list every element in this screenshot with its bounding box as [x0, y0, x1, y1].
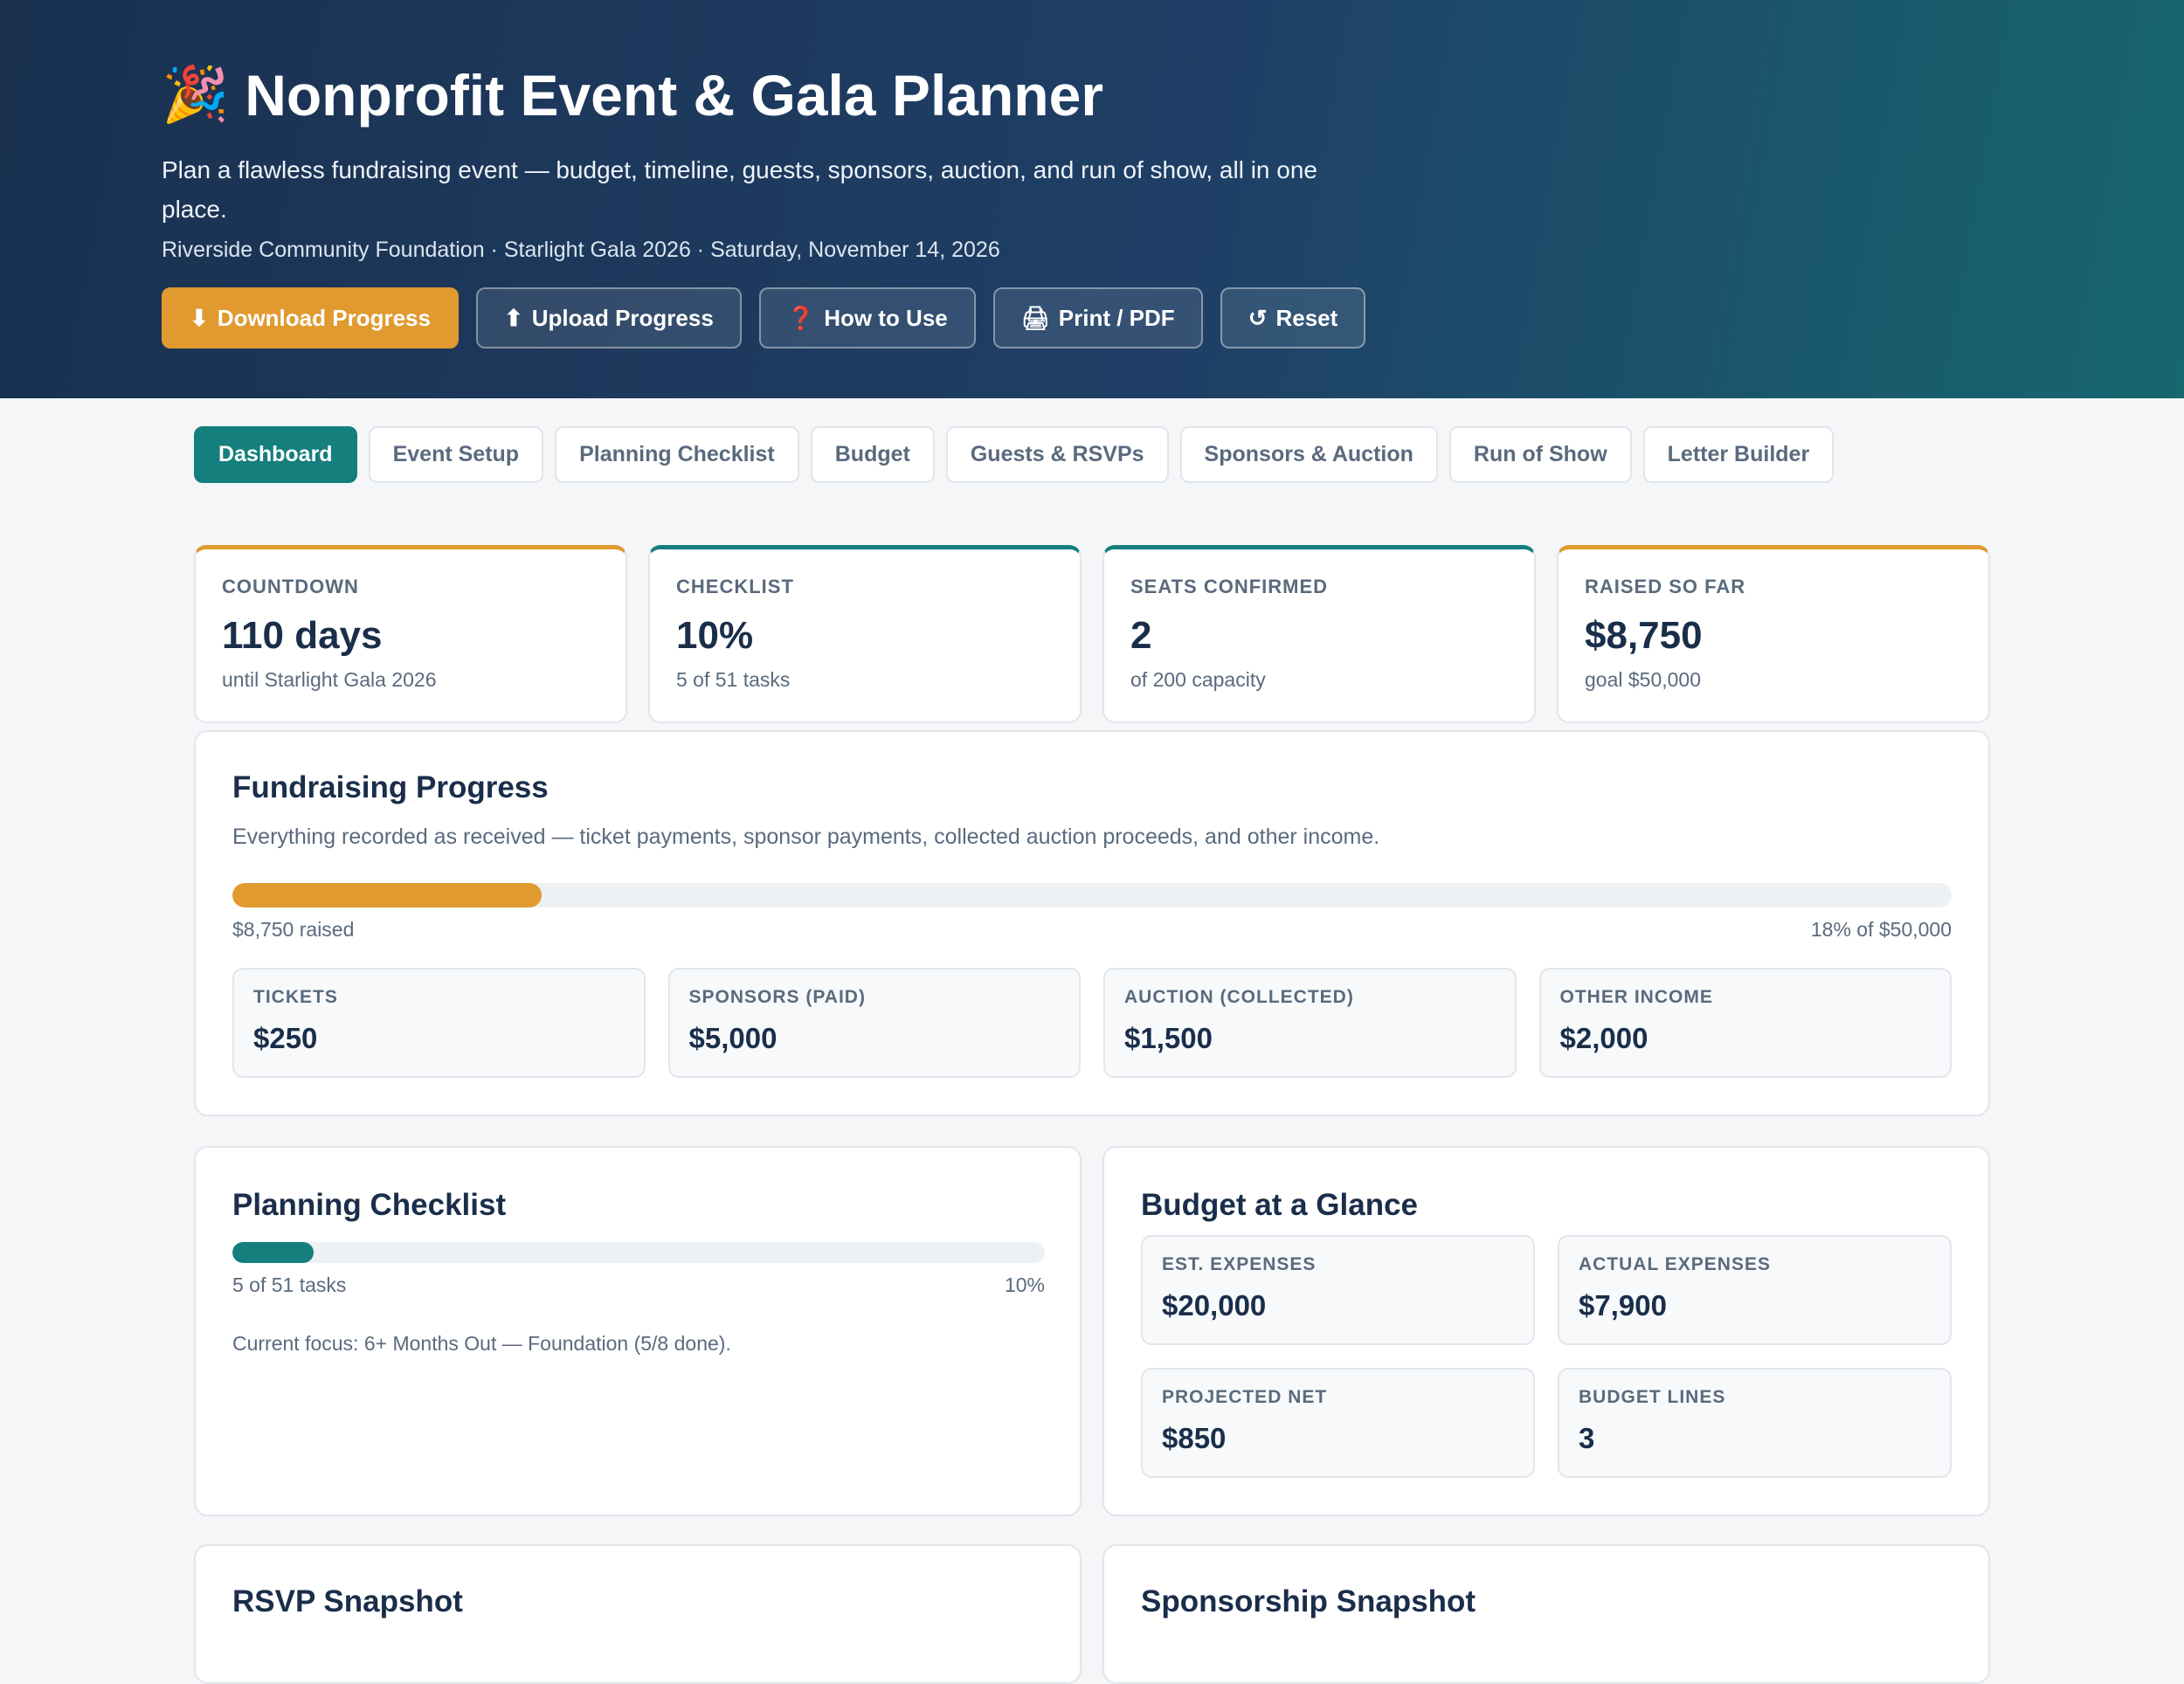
reset-button[interactable]: ↺ Reset [1220, 287, 1366, 349]
income-tickets: TICKETS $250 [232, 968, 646, 1078]
stat-label: CHECKLIST [676, 576, 794, 597]
upload-progress-label: Upload Progress [531, 304, 714, 331]
stat-subtext: of 200 capacity [1130, 668, 1266, 691]
income-sponsors: SPONSORS (PAID) $5,000 [667, 968, 1081, 1078]
income-other: OTHER INCOME $2,000 [1538, 968, 1952, 1078]
download-progress-label: Download Progress [217, 304, 431, 331]
budget-value: $7,900 [1579, 1289, 1667, 1322]
page-title: 🎉 Nonprofit Event & Gala Planner [162, 56, 1647, 135]
page-header: 🎉 Nonprofit Event & Gala Planner Plan a … [0, 0, 2184, 398]
print-pdf-label: Print / PDF [1058, 304, 1175, 331]
budget-est-expenses: EST. EXPENSES $20,000 [1141, 1235, 1535, 1345]
budget-grid: EST. EXPENSES $20,000 ACTUAL EXPENSES $7… [1141, 1235, 1952, 1478]
main-tabs: Dashboard Event Setup Planning Checklist… [194, 426, 1835, 483]
reset-icon: ↺ [1248, 304, 1268, 331]
progress-legend: $8,750 raised 18% of $50,000 [232, 918, 1952, 942]
income-label: SPONSORS (PAID) [688, 987, 866, 1007]
stat-cards: COUNTDOWN 110 days until Starlight Gala … [194, 545, 1990, 723]
checklist-legend: 5 of 51 tasks 10% [232, 1273, 1045, 1297]
budget-projected-net: PROJECTED NET $850 [1141, 1368, 1535, 1478]
fundraising-progress-fill [232, 883, 543, 908]
budget-label: BUDGET LINES [1579, 1387, 1726, 1407]
card-description: Everything recorded as received — ticket… [232, 825, 1380, 849]
reset-label: Reset [1275, 304, 1338, 331]
upload-progress-button[interactable]: ⬆ Upload Progress [475, 287, 742, 349]
income-breakdown: TICKETS $250 SPONSORS (PAID) $5,000 AUCT… [232, 968, 1952, 1078]
current-focus: Current focus: 6+ Months Out — Foundatio… [232, 1332, 731, 1355]
how-to-use-label: How to Use [824, 304, 948, 331]
income-value: $5,000 [688, 1022, 778, 1054]
stat-label: COUNTDOWN [222, 576, 359, 597]
budget-value: $850 [1162, 1422, 1227, 1454]
fundraising-progress-card: Fundraising Progress Everything recorded… [194, 730, 1990, 1116]
income-value: $250 [253, 1022, 318, 1054]
percent-label: 18% of $50,000 [1810, 918, 1952, 941]
printer-icon: 🖨 [1020, 304, 1050, 331]
stat-label: RAISED SO FAR [1585, 576, 1746, 597]
header-actions: ⬇ Download Progress ⬆ Upload Progress ❓ … [162, 287, 1647, 349]
how-to-use-button[interactable]: ❓ How to Use [758, 287, 976, 349]
tab-event-setup[interactable]: Event Setup [368, 426, 544, 483]
income-value: $2,000 [1559, 1022, 1648, 1054]
party-popper-icon: 🎉 [162, 65, 230, 125]
budget-value: $20,000 [1162, 1289, 1267, 1322]
tab-letter-builder[interactable]: Letter Builder [1642, 426, 1835, 483]
card-title: Fundraising Progress [232, 770, 549, 804]
event-meta: Riverside Community Foundation · Starlig… [162, 238, 1000, 262]
percent-label: 10% [1004, 1273, 1045, 1296]
card-title: RSVP Snapshot [232, 1584, 463, 1618]
budget-glance-card: Budget at a Glance EST. EXPENSES $20,000… [1102, 1146, 1990, 1516]
income-label: OTHER INCOME [1559, 987, 1713, 1007]
budget-value: 3 [1579, 1422, 1595, 1454]
tasks-label: 5 of 51 tasks [232, 1273, 347, 1296]
stat-value: 110 days [222, 614, 383, 657]
planning-checklist-card: Planning Checklist 5 of 51 tasks 10% Cur… [194, 1146, 1082, 1516]
stat-value: $8,750 [1585, 614, 1703, 657]
stat-subtext: goal $50,000 [1585, 668, 1702, 691]
income-value: $1,500 [1124, 1022, 1213, 1054]
stat-label: SEATS CONFIRMED [1130, 576, 1329, 597]
checklist-progress-fill [232, 1242, 314, 1263]
print-pdf-button[interactable]: 🖨 Print / PDF [992, 287, 1203, 349]
tab-guests-rsvps[interactable]: Guests & RSVPs [945, 426, 1169, 483]
income-label: AUCTION (COLLECTED) [1124, 987, 1354, 1007]
budget-label: ACTUAL EXPENSES [1579, 1254, 1771, 1274]
income-label: TICKETS [253, 987, 338, 1007]
tab-run-of-show[interactable]: Run of Show [1448, 426, 1632, 483]
checklist-progress-bar [232, 1242, 1045, 1263]
tab-planning-checklist[interactable]: Planning Checklist [555, 426, 799, 483]
upload-icon: ⬆ [503, 304, 523, 331]
budget-label: PROJECTED NET [1162, 1387, 1328, 1407]
income-auction: AUCTION (COLLECTED) $1,500 [1103, 968, 1517, 1078]
stat-value: 10% [676, 614, 754, 657]
card-title: Planning Checklist [232, 1188, 507, 1222]
tab-dashboard[interactable]: Dashboard [194, 426, 357, 483]
budget-lines: BUDGET LINES 3 [1558, 1368, 1952, 1478]
card-title: Budget at a Glance [1141, 1188, 1419, 1222]
sponsorship-snapshot-card: Sponsorship Snapshot [1102, 1544, 1990, 1684]
stat-card-raised-so-far: RAISED SO FAR $8,750 goal $50,000 [1557, 545, 1990, 723]
budget-label: EST. EXPENSES [1162, 1254, 1317, 1274]
card-title: Sponsorship Snapshot [1141, 1584, 1476, 1618]
raised-label: $8,750 raised [232, 918, 355, 941]
download-icon: ⬇ [190, 304, 209, 331]
stat-card-countdown: COUNTDOWN 110 days until Starlight Gala … [194, 545, 627, 723]
page-subtitle: Plan a flawless fundraising event — budg… [162, 156, 1317, 223]
download-progress-button[interactable]: ⬇ Download Progress [162, 287, 459, 349]
stat-card-checklist: CHECKLIST 10% 5 of 51 tasks [648, 545, 1082, 723]
tab-budget[interactable]: Budget [810, 426, 935, 483]
tab-sponsors-auction[interactable]: Sponsors & Auction [1179, 426, 1438, 483]
rsvp-snapshot-card: RSVP Snapshot [194, 1544, 1082, 1684]
page-title-text: Nonprofit Event & Gala Planner [245, 63, 1104, 128]
stat-subtext: until Starlight Gala 2026 [222, 668, 437, 691]
fundraising-progress-bar [232, 883, 1952, 908]
stat-value: 2 [1130, 614, 1152, 657]
stat-subtext: 5 of 51 tasks [676, 668, 791, 691]
stat-card-seats-confirmed: SEATS CONFIRMED 2 of 200 capacity [1102, 545, 1536, 723]
budget-actual-expenses: ACTUAL EXPENSES $7,900 [1558, 1235, 1952, 1345]
question-mark-icon: ❓ [786, 304, 816, 331]
